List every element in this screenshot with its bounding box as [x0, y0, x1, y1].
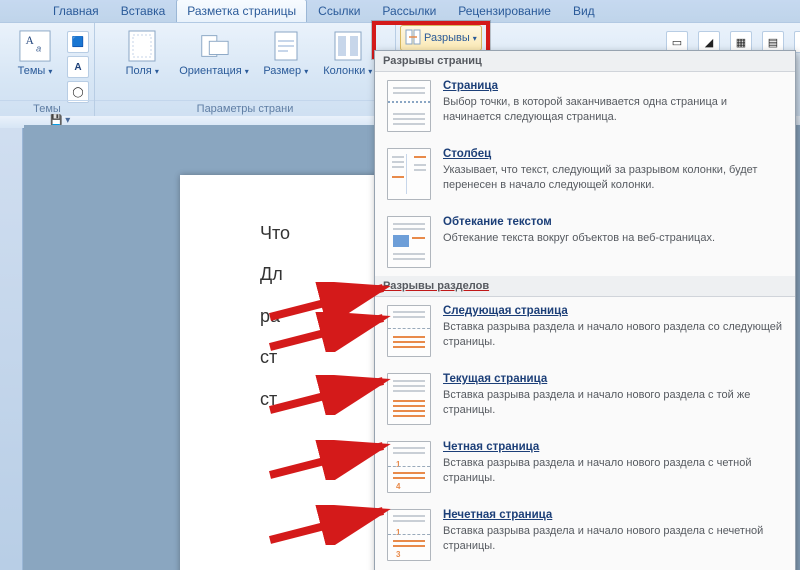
tab-mailings[interactable]: Рассылки [371, 0, 447, 22]
item-desc: Обтекание текста вокруг объектов на веб-… [443, 231, 783, 246]
break-item-continuous[interactable]: Текущая страница Вставка разрыва раздела… [375, 365, 795, 433]
columns-label: Колонки [323, 65, 365, 77]
tab-references[interactable]: Ссылки [307, 0, 371, 22]
page-icon: ▭ [672, 36, 682, 49]
item-desc: Указывает, что текст, следующий за разры… [443, 163, 783, 193]
orientation-button[interactable]: Ориентация ▾ [174, 27, 254, 80]
section-header-page-breaks: Разрывы страниц [375, 51, 795, 72]
item-title: Столбец [443, 148, 783, 160]
app-window: Главная Вставка Разметка страницы Ссылки… [0, 0, 800, 570]
chevron-down-icon: ▾ [245, 67, 249, 76]
break-item-column[interactable]: Столбец Указывает, что текст, следующий … [375, 140, 795, 208]
palette-icon: 🟦 [72, 37, 84, 48]
break-item-odd-page[interactable]: 1 3 Нечетная страница Вставка разрыва ра… [375, 501, 795, 569]
item-title: Четная страница [443, 441, 783, 453]
thumb-continuous [387, 373, 431, 425]
thumb-column-break [387, 148, 431, 200]
chevron-down-icon: ▾ [155, 67, 159, 76]
break-item-next-page[interactable]: Следующая страница Вставка разрыва разде… [375, 297, 795, 365]
item-desc: Вставка разрыва раздела и начало нового … [443, 456, 783, 486]
tab-page-layout[interactable]: Разметка страницы [176, 0, 307, 22]
margins-button[interactable]: Поля ▾ [112, 27, 172, 80]
chevron-down-icon: ▾ [48, 67, 52, 76]
svg-text:A: A [26, 35, 35, 47]
break-item-text-wrapping[interactable]: Обтекание текстом Обтекание текста вокру… [375, 208, 795, 276]
tab-review[interactable]: Рецензирование [447, 0, 562, 22]
margins-icon [126, 30, 158, 62]
size-label: Размер [263, 65, 301, 77]
thumb-odd-page: 1 3 [387, 509, 431, 561]
thumb-wrap-break [387, 216, 431, 268]
bucket-icon: ◢ [705, 36, 713, 49]
group-themes: A a Темы ▾ 🟦 A ◯ Темы [0, 23, 95, 117]
item-desc: Вставка разрыва раздела и начало нового … [443, 320, 783, 350]
effects-icon: ◯ [72, 87, 83, 98]
break-item-even-page[interactable]: 1 4 Четная страница Вставка разрыва разд… [375, 433, 795, 501]
item-title: Обтекание текстом [443, 216, 783, 228]
tab-view[interactable]: Вид [562, 0, 606, 22]
breaks-dropdown-panel: Разрывы страниц Страница Выбор точки, в … [374, 50, 796, 570]
theme-colors-button[interactable]: 🟦 [67, 31, 89, 53]
position-icon: ▦ [736, 36, 746, 49]
ribbon-tabs: Главная Вставка Разметка страницы Ссылки… [0, 0, 800, 22]
svg-text:a: a [36, 43, 41, 54]
group-page-setup: Поля ▾ Ориентация ▾ [95, 23, 396, 117]
wrap-icon: ▤ [768, 36, 778, 49]
orientation-icon [198, 30, 230, 62]
item-desc: Выбор точки, в которой заканчивается одн… [443, 95, 783, 125]
font-icon: A [74, 62, 81, 73]
themes-button[interactable]: A a Темы ▾ [5, 27, 65, 103]
item-desc: Вставка разрыва раздела и начало нового … [443, 524, 783, 554]
item-title: Нечетная страница [443, 509, 783, 521]
group-label-pagesetup: Параметры страни [95, 100, 395, 115]
break-item-page[interactable]: Страница Выбор точки, в которой заканчив… [375, 72, 795, 140]
thumb-next-page [387, 305, 431, 357]
orientation-label: Ориентация [179, 65, 241, 77]
chevron-down-icon: ▾ [304, 67, 308, 76]
item-title: Страница [443, 80, 783, 92]
theme-fonts-button[interactable]: A [67, 56, 89, 78]
item-title: Следующая страница [443, 305, 783, 317]
themes-label: Темы [18, 65, 46, 77]
item-desc: Вставка разрыва раздела и начало нового … [443, 388, 783, 418]
chevron-down-icon: ▾ [368, 67, 372, 76]
outline-pane-border [0, 128, 23, 570]
section-header-section-breaks: Разрывы разделов [375, 276, 795, 297]
size-button[interactable]: Размер ▾ [256, 27, 316, 80]
columns-icon [332, 30, 364, 62]
size-icon [270, 30, 302, 62]
columns-button[interactable]: Колонки ▾ [318, 27, 378, 80]
tab-home[interactable]: Главная [42, 0, 110, 22]
thumb-page-break [387, 80, 431, 132]
tab-insert[interactable]: Вставка [110, 0, 177, 22]
group-label-themes: Темы [0, 100, 94, 115]
themes-icon: A a [19, 30, 51, 62]
thumb-even-page: 1 4 [387, 441, 431, 493]
margins-label: Поля [126, 65, 152, 77]
item-title: Текущая страница [443, 373, 783, 385]
